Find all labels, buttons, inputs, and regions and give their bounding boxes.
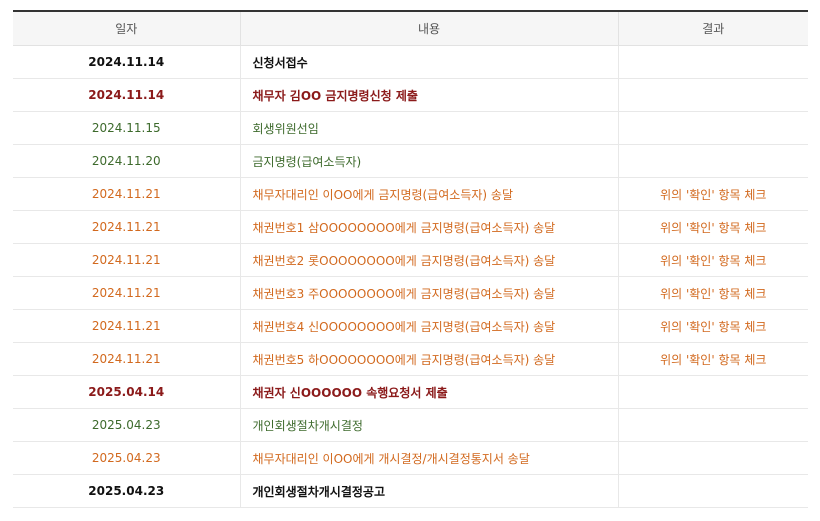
row-content-cell: 채무자대리인 이OO에게 개시결정/개시결정통지서 송달	[239, 441, 619, 475]
row-result-cell	[618, 78, 808, 112]
table-body: 2024.11.14 신청서접수 2024.11.14 채무자 김OO 금지명령신청 …	[13, 45, 808, 508]
column-header-content: 내용	[239, 11, 619, 46]
table-row: 2024.11.15 회생위원선임	[13, 111, 808, 145]
row-result-cell: 위의 '확인' 항목 체크	[618, 177, 808, 211]
table-row: 2025.04.23 개인회생절차개시결정	[13, 408, 808, 442]
table-row: 2024.11.14 채무자 김OO 금지명령신청 제출	[13, 78, 808, 112]
row-date-cell: 2025.04.23	[13, 474, 240, 508]
column-header-result: 결과	[618, 11, 808, 46]
row-result-cell	[618, 408, 808, 442]
row-content-cell: 채무자대리인 이OO에게 금지명령(급여소득자) 송달	[239, 177, 619, 211]
case-history-table-container: 일자 내용 결과 2024.11.14 신청서접수 2024.11.14 채무자 김O…	[13, 10, 808, 508]
table-row: 2024.11.21 채권번호4 신OOOOOOOO에게 금지명령(급여소득자) …	[13, 309, 808, 343]
row-content-cell: 채권번호4 신OOOOOOOO에게 금지명령(급여소득자) 송달	[239, 309, 619, 343]
table-row: 2024.11.21 채권번호5 하OOOOOOOO에게 금지명령(급여소득자) …	[13, 342, 808, 376]
row-date-cell: 2025.04.23	[13, 408, 240, 442]
row-date-cell: 2024.11.14	[13, 45, 240, 79]
table-header: 일자 내용 결과	[13, 11, 808, 46]
row-content-cell: 채권자 신OOOOOO 속행요청서 제출	[239, 375, 619, 409]
row-content-cell: 개인회생절차개시결정공고	[239, 474, 619, 508]
row-content-cell: 채권번호1 삼OOOOOOOO에게 금지명령(급여소득자) 송달	[239, 210, 619, 244]
row-date-cell: 2024.11.21	[13, 342, 240, 376]
row-date-cell: 2024.11.21	[13, 243, 240, 277]
table-row: 2024.11.20 금지명령(급여소득자)	[13, 144, 808, 178]
row-date-cell: 2024.11.21	[13, 276, 240, 310]
row-content-cell: 채무자 김OO 금지명령신청 제출	[239, 78, 619, 112]
row-date-cell: 2024.11.15	[13, 111, 240, 145]
table-row: 2024.11.21 채권번호2 롯OOOOOOOO에게 금지명령(급여소득자) …	[13, 243, 808, 277]
row-result-cell	[618, 111, 808, 145]
table-row: 2025.04.23 개인회생절차개시결정공고	[13, 474, 808, 508]
row-date-cell: 2025.04.23	[13, 441, 240, 475]
case-history-table: 일자 내용 결과 2024.11.14 신청서접수 2024.11.14 채무자 김O…	[13, 10, 808, 508]
row-date-cell: 2024.11.20	[13, 144, 240, 178]
table-row: 2025.04.23 채무자대리인 이OO에게 개시결정/개시결정통지서 송달	[13, 441, 808, 475]
row-content-cell: 개인회생절차개시결정	[239, 408, 619, 442]
row-result-cell	[618, 375, 808, 409]
row-result-cell: 위의 '확인' 항목 체크	[618, 276, 808, 310]
row-content-cell: 채권번호3 주OOOOOOOO에게 금지명령(급여소득자) 송달	[239, 276, 619, 310]
row-content-cell: 채권번호5 하OOOOOOOO에게 금지명령(급여소득자) 송달	[239, 342, 619, 376]
table-header-row: 일자 내용 결과	[13, 11, 808, 46]
row-date-cell: 2024.11.21	[13, 210, 240, 244]
row-result-cell	[618, 45, 808, 79]
row-result-cell: 위의 '확인' 항목 체크	[618, 210, 808, 244]
row-result-cell	[618, 474, 808, 508]
table-row: 2024.11.14 신청서접수	[13, 45, 808, 79]
table-row: 2024.11.21 채무자대리인 이OO에게 금지명령(급여소득자) 송달 위의 …	[13, 177, 808, 211]
table-row: 2024.11.21 채권번호3 주OOOOOOOO에게 금지명령(급여소득자) …	[13, 276, 808, 310]
row-content-cell: 회생위원선임	[239, 111, 619, 145]
row-result-cell: 위의 '확인' 항목 체크	[618, 342, 808, 376]
column-header-date: 일자	[13, 11, 240, 46]
row-result-cell	[618, 144, 808, 178]
row-result-cell: 위의 '확인' 항목 체크	[618, 309, 808, 343]
table-row: 2024.11.21 채권번호1 삼OOOOOOOO에게 금지명령(급여소득자) …	[13, 210, 808, 244]
row-result-cell	[618, 441, 808, 475]
row-date-cell: 2024.11.21	[13, 177, 240, 211]
row-content-cell: 금지명령(급여소득자)	[239, 144, 619, 178]
row-date-cell: 2025.04.14	[13, 375, 240, 409]
row-content-cell: 채권번호2 롯OOOOOOOO에게 금지명령(급여소득자) 송달	[239, 243, 619, 277]
row-result-cell: 위의 '확인' 항목 체크	[618, 243, 808, 277]
table-row: 2025.04.14 채권자 신OOOOOO 속행요청서 제출	[13, 375, 808, 409]
row-date-cell: 2024.11.21	[13, 309, 240, 343]
row-date-cell: 2024.11.14	[13, 78, 240, 112]
row-content-cell: 신청서접수	[239, 45, 619, 79]
